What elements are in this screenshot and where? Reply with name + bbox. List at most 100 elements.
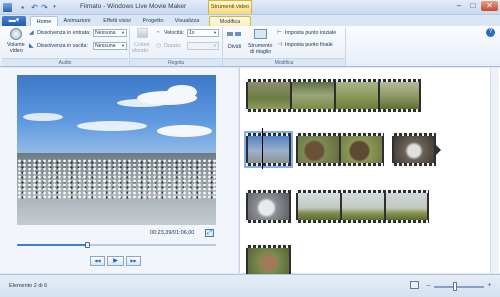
film-perforations — [296, 163, 384, 166]
cloud — [23, 113, 63, 121]
film-perforations — [246, 163, 291, 166]
seek-thumb[interactable] — [84, 242, 90, 248]
clip-frame — [248, 193, 289, 220]
next-frame-button[interactable]: ▶▶ — [126, 256, 141, 266]
chevron-down-icon: ▼ — [213, 30, 217, 35]
zoom-in-icon[interactable]: + — [486, 282, 493, 290]
video-clip-1[interactable] — [246, 79, 421, 112]
chevron-down-icon: ▼ — [121, 43, 125, 48]
clip-continues-arrow-icon — [436, 145, 441, 155]
app-menu-icon[interactable] — [3, 3, 12, 12]
video-preview[interactable] — [17, 75, 216, 225]
clip-frame — [298, 136, 339, 163]
film-perforations — [392, 163, 436, 166]
storyboard-scrollbar[interactable] — [490, 68, 499, 273]
tab-modifica[interactable]: Modifica — [209, 16, 251, 26]
redo-icon[interactable]: ↷ — [40, 3, 49, 12]
film-perforations — [246, 109, 421, 112]
play-button[interactable]: ▶ — [107, 256, 124, 266]
ribbon: Volume video ◢ Dissolvenza in entrata: N… — [0, 26, 500, 67]
fade-out-label: Dissolvenza in uscita: — [37, 43, 88, 49]
playhead[interactable] — [262, 128, 263, 169]
split-label[interactable]: Dividi — [228, 44, 241, 50]
video-clip-5[interactable] — [246, 190, 291, 223]
zoom-slider-thumb[interactable] — [453, 282, 457, 291]
duration-label: Durata: — [164, 43, 182, 49]
chevron-down-icon: ▼ — [213, 43, 217, 48]
clip-frame — [298, 193, 340, 220]
duration-dropdown[interactable]: ▼ — [187, 42, 219, 50]
clip-frame — [248, 248, 289, 275]
paint-bucket-icon — [137, 28, 148, 38]
clip-frame — [386, 193, 427, 220]
fade-in-label: Dissolvenza in entrata: — [37, 30, 91, 36]
split-icon[interactable] — [227, 29, 241, 39]
fade-in-value: Nessuna — [95, 30, 116, 36]
clip-frame — [341, 136, 382, 163]
speed-value: 1x — [189, 30, 195, 36]
clip-frame — [394, 136, 434, 163]
tab-progetto[interactable]: Progetto — [139, 16, 167, 26]
undo-icon[interactable]: ↶ — [30, 3, 39, 12]
ribbon-tab-bar: ▬▾ Home Animazioni Effetti visivi Proget… — [0, 15, 500, 26]
cloud — [77, 121, 147, 131]
film-perforations — [246, 220, 291, 223]
set-end-point-button[interactable]: Imposta punto finale — [285, 42, 333, 48]
cloud — [167, 85, 197, 99]
video-clip-4[interactable] — [392, 133, 436, 166]
set-end-icon: ⊣ — [277, 42, 283, 48]
background-color-label-2: sfondo — [132, 48, 148, 54]
group-label-modifica: Modifica — [223, 58, 345, 66]
minimize-button[interactable]: – — [452, 1, 466, 11]
close-button[interactable]: ✕ — [481, 1, 498, 11]
timecode: 00:23,39/01:06,00 — [150, 230, 195, 236]
previous-frame-button[interactable]: ◀◀ — [90, 256, 105, 266]
trim-tool-label-2[interactable]: di ritaglio — [250, 49, 271, 55]
seek-bar-fill — [17, 244, 87, 246]
fullscreen-icon[interactable]: ⤢ — [205, 229, 214, 237]
chevron-down-icon: ▼ — [121, 30, 125, 35]
status-text: Elemento 2 di 6 — [9, 283, 48, 289]
video-clip-6[interactable] — [296, 190, 429, 223]
quick-access-dropdown-icon[interactable]: ▾ — [50, 3, 59, 12]
speed-icon: ◔ — [156, 30, 160, 36]
speaker-icon[interactable] — [10, 28, 22, 40]
tab-effetti-visivi[interactable]: Effetti visivi — [97, 16, 137, 26]
title-bar: ▪ ↶ ↷ ▾ Filmato - Windows Live Movie Mak… — [0, 0, 500, 15]
group-separator — [345, 28, 346, 66]
tab-visualizza[interactable]: Visualizza — [171, 16, 203, 26]
fade-out-dropdown[interactable]: Nessuna ▼ — [93, 42, 127, 50]
speed-dropdown[interactable]: 1x ▼ — [187, 29, 219, 37]
fade-in-dropdown[interactable]: Nessuna ▼ — [93, 29, 127, 37]
context-tab-group-label: Strumenti video — [208, 0, 252, 14]
seek-bar[interactable] — [17, 242, 216, 248]
fade-out-value: Nessuna — [95, 43, 116, 49]
clip-frame — [380, 82, 419, 109]
tab-animazioni[interactable]: Animazioni — [60, 16, 94, 26]
video-clip-2[interactable] — [244, 131, 293, 168]
set-start-point-button[interactable]: Imposta punto iniziale — [285, 30, 336, 36]
film-perforations — [296, 220, 429, 223]
thumbnail-size-icon[interactable] — [410, 281, 419, 289]
disk-icon[interactable]: ▪ — [18, 3, 27, 12]
zoom-out-icon[interactable]: – — [425, 282, 432, 290]
clip-frame — [292, 82, 334, 109]
group-label-regola: Regola — [130, 58, 222, 66]
speed-label: Velocità: — [164, 30, 185, 36]
cloud — [157, 125, 212, 137]
zoom-slider-track[interactable] — [434, 286, 484, 288]
clip-frame — [342, 193, 384, 220]
help-icon[interactable]: ? — [486, 28, 495, 37]
file-menu-button[interactable]: ▬▾ — [2, 16, 26, 26]
volume-video-label-2[interactable]: video — [10, 48, 23, 54]
clip-frame — [248, 136, 289, 163]
duration-icon: ◷ — [156, 43, 162, 49]
tab-home[interactable]: Home — [30, 16, 58, 26]
maximize-button[interactable]: □ — [466, 1, 480, 11]
cloud — [117, 99, 167, 107]
trim-tool-icon[interactable] — [254, 29, 267, 39]
fade-out-icon: ◣ — [29, 43, 34, 49]
video-clip-3[interactable] — [296, 133, 384, 166]
clip-frame — [248, 82, 290, 109]
set-start-icon: ⊢ — [277, 30, 283, 36]
